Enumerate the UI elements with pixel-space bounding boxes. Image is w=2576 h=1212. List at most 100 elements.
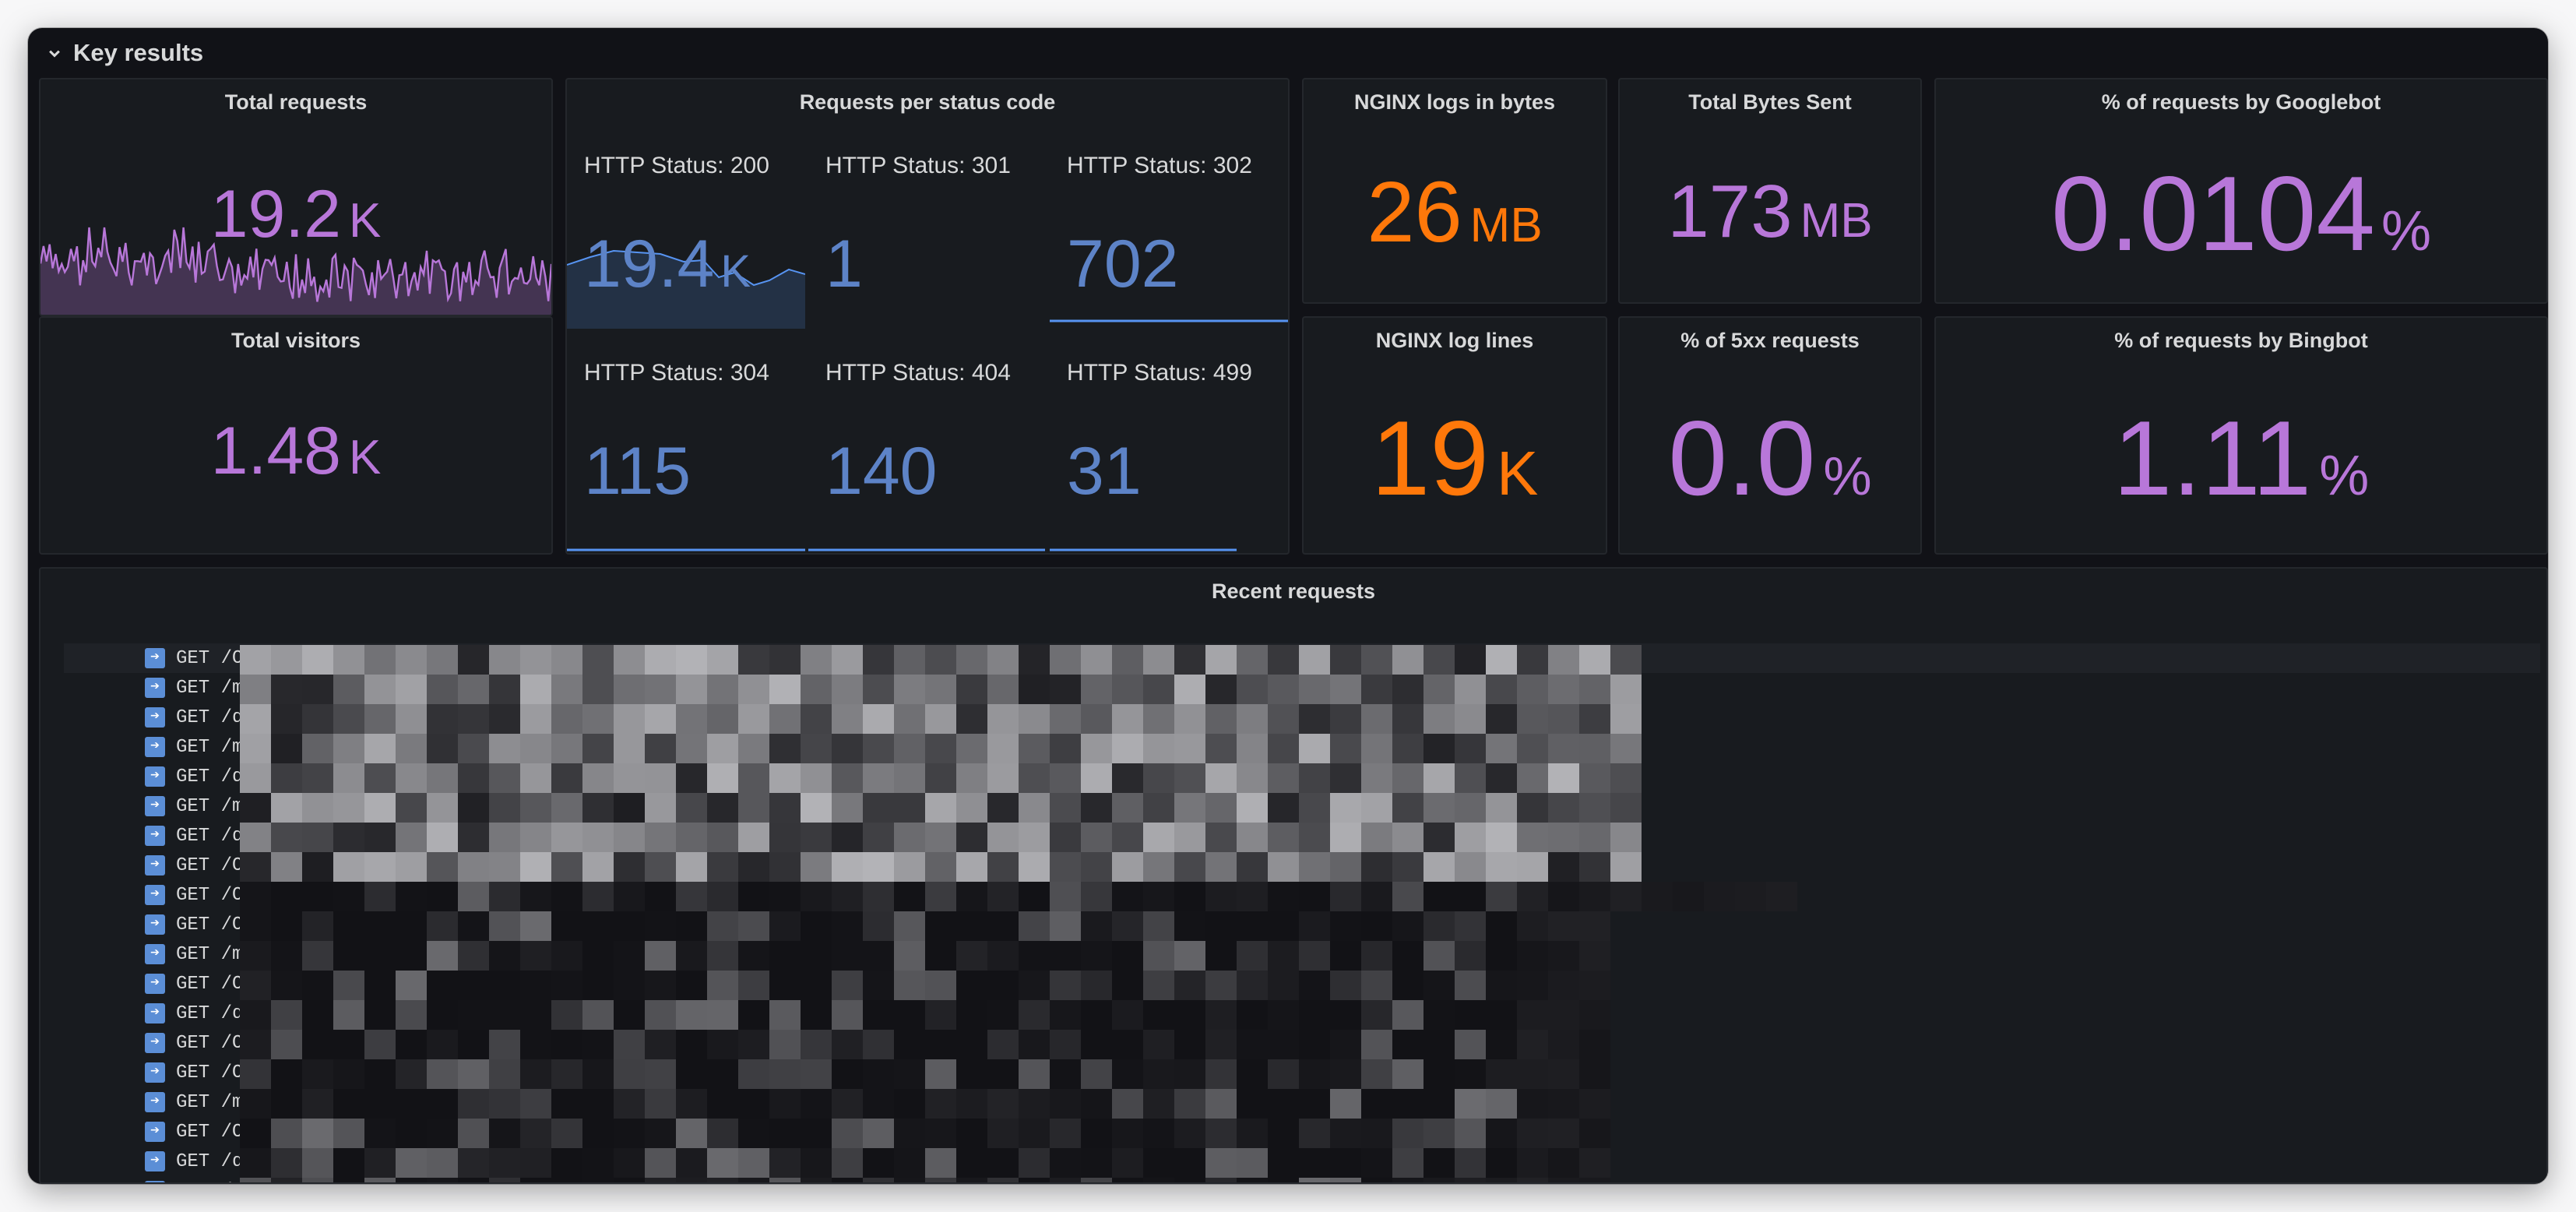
redaction-pixel [894, 882, 925, 911]
redaction-pixel [1268, 675, 1299, 704]
redaction-pixel [396, 823, 427, 852]
redaction-pixel [801, 1089, 832, 1119]
redaction-pixel [1143, 911, 1174, 941]
redaction-pixel [1143, 882, 1174, 911]
redaction-pixel [1486, 675, 1517, 704]
arrow-right-icon: ➔ [145, 1062, 165, 1083]
redaction-pixel [364, 971, 396, 1000]
redaction-pixel [1299, 763, 1330, 793]
redaction-pixel [489, 911, 520, 941]
redaction-pixel [1392, 1148, 1423, 1178]
redaction-pixel [987, 763, 1019, 793]
redaction-pixel [1455, 1030, 1486, 1059]
redaction-pixel [769, 823, 801, 852]
chevron-down-icon [49, 50, 60, 58]
redaction-pixel [240, 645, 271, 675]
redaction-pixel [956, 793, 987, 823]
redaction-pixel [676, 734, 707, 763]
redaction-pixel [832, 823, 863, 852]
redaction-pixel [738, 823, 769, 852]
redaction-pixel [240, 1178, 271, 1182]
redaction-pixel [271, 971, 302, 1000]
redaction-pixel [489, 1030, 520, 1059]
redaction-pixel [1237, 763, 1268, 793]
panel-5xx[interactable]: % of 5xx requests 0.0% [1618, 316, 1922, 555]
panel-total-requests[interactable]: Total requests 19.2 K [39, 78, 553, 316]
panel-total-visitors[interactable]: Total visitors 1.48 K [39, 316, 553, 555]
redaction-pixel [1143, 675, 1174, 704]
redaction-pixel [520, 1148, 551, 1178]
redaction-pixel [832, 704, 863, 734]
panel-title: Requests per status code [799, 90, 1056, 114]
redaction-pixel [769, 734, 801, 763]
redaction-pixel [489, 941, 520, 971]
redaction-pixel [1579, 763, 1610, 793]
redaction-pixel [894, 941, 925, 971]
redaction-pixel [1423, 763, 1455, 793]
panel-bytes-sent[interactable]: Total Bytes Sent 173 MB [1618, 78, 1922, 304]
panel-recent-requests[interactable]: Recent requests ➔ GET /OJ/➔ GET /met ➔ GET /… [39, 567, 2548, 1184]
redaction-pixel [1081, 1089, 1112, 1119]
redaction-pixel [676, 823, 707, 852]
redaction-pixel [1174, 1089, 1205, 1119]
redaction-pixel [1299, 704, 1330, 734]
redaction-pixel [1455, 1178, 1486, 1182]
stat-value: 19.2 K [210, 177, 382, 252]
redaction-pixel [1642, 882, 1673, 911]
redaction-pixel [1486, 971, 1517, 1000]
redaction-pixel [1237, 704, 1268, 734]
redaction-pixel [427, 763, 458, 793]
redaction-pixel [707, 1089, 738, 1119]
redaction-pixel [614, 645, 645, 675]
redaction-pixel [1517, 971, 1548, 1000]
panel-googlebot[interactable]: % of requests by Googlebot 0.0104% [1934, 78, 2548, 304]
redaction-pixel [987, 823, 1019, 852]
redaction-pixel [1268, 1030, 1299, 1059]
redaction-pixel [582, 763, 614, 793]
redaction-pixel [801, 971, 832, 1000]
redaction-pixel [863, 823, 894, 852]
redaction-pixel [1174, 645, 1205, 675]
redaction-pixel [1486, 1059, 1517, 1089]
redaction-pixel [1112, 1059, 1143, 1089]
redaction-pixel [582, 852, 614, 882]
redaction-pixel [1361, 704, 1392, 734]
redaction-pixel [458, 734, 489, 763]
row-title: Key results [73, 39, 204, 66]
redaction-pixel [489, 971, 520, 1000]
redaction-pixel [676, 1089, 707, 1119]
redaction-pixel [987, 734, 1019, 763]
redaction-pixel [1548, 763, 1579, 793]
panel-log-lines[interactable]: NGINX log lines 19 K [1302, 316, 1607, 555]
redaction-pixel [551, 763, 582, 793]
redaction-pixel [832, 645, 863, 675]
redaction-pixel [582, 793, 614, 823]
panel-bingbot[interactable]: % of requests by Bingbot 1.11% [1934, 316, 2548, 555]
redaction-pixel [614, 1059, 645, 1089]
redaction-pixel [1455, 704, 1486, 734]
redaction-pixel [1392, 1119, 1423, 1148]
redaction-pixel [863, 882, 894, 911]
arrow-right-icon: ➔ [145, 737, 165, 757]
redaction-pixel [1735, 882, 1766, 911]
row-header-key-results[interactable]: Key results [28, 28, 2548, 78]
redaction-pixel [1050, 734, 1081, 763]
panel-nginx-bytes[interactable]: NGINX logs in bytes 26 MB [1302, 78, 1607, 304]
redaction-pixel [551, 675, 582, 704]
redaction-pixel [240, 763, 271, 793]
redaction-pixel [769, 704, 801, 734]
redaction-pixel [769, 675, 801, 704]
redaction-pixel [1050, 1119, 1081, 1148]
redaction-pixel [1579, 941, 1610, 971]
redaction-pixel [832, 793, 863, 823]
redaction-pixel [1392, 1089, 1423, 1119]
redaction-pixel [645, 1119, 676, 1148]
redaction-pixel [1299, 941, 1330, 971]
redaction-pixel [333, 1000, 364, 1030]
redaction-pixel [1361, 1030, 1392, 1059]
panel-status-codes[interactable]: Requests per status code HTTP Status: 20… [565, 78, 1290, 555]
redaction-pixel [1205, 1119, 1237, 1148]
redaction-pixel [707, 852, 738, 882]
redaction-pixel [364, 645, 396, 675]
redaction-pixel [925, 1059, 956, 1089]
